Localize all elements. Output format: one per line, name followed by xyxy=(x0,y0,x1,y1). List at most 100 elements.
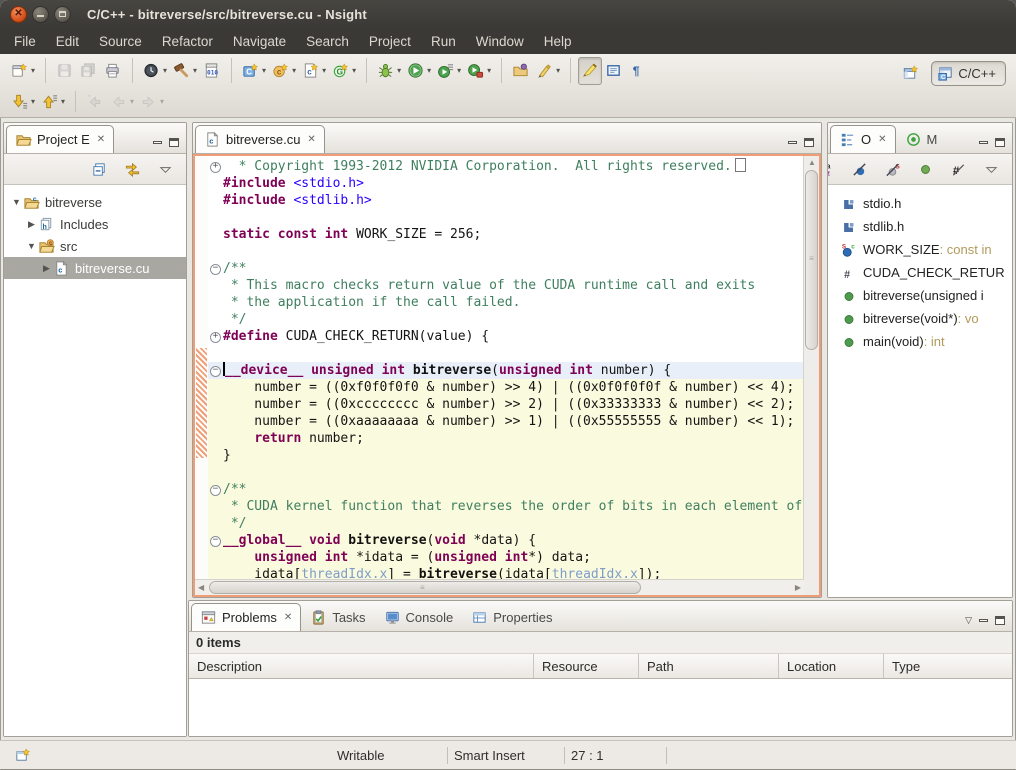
window-close-button[interactable]: ✕ xyxy=(10,6,27,23)
horizontal-scroll-thumb[interactable] xyxy=(209,581,641,594)
tab-console[interactable]: Console xyxy=(375,603,463,631)
scroll-up-icon[interactable]: ▲ xyxy=(808,158,816,167)
back-button[interactable]: ▾ xyxy=(107,88,137,116)
chevron-down-icon[interactable]: ▾ xyxy=(427,66,431,75)
toggle-highlight-button[interactable] xyxy=(578,57,602,85)
collapse-all-button[interactable] xyxy=(88,155,111,183)
outline-item-main-void-[interactable]: main(void) : int xyxy=(828,330,1012,353)
run-button[interactable]: ▾ xyxy=(404,57,434,85)
window-maximize-button[interactable] xyxy=(54,6,71,23)
code-area[interactable]: + * Copyright 1993-2012 NVIDIA Corporati… xyxy=(208,156,803,595)
outline-item-cuda-check-retur[interactable]: #CUDA_CHECK_RETUR xyxy=(828,261,1012,284)
show-whitespace-button[interactable]: ¶ xyxy=(626,57,650,85)
outline-item-stdio-h[interactable]: stdio.h xyxy=(828,192,1012,215)
fold-collapse-icon[interactable]: − xyxy=(210,366,221,377)
view-menu-button[interactable]: ▽ xyxy=(965,616,972,625)
menu-file[interactable]: File xyxy=(4,31,46,52)
link-with-editor-button[interactable] xyxy=(121,155,144,183)
outline-list[interactable]: stdio.hstdlib.hScWORK_SIZE : const in#CU… xyxy=(828,185,1012,597)
scroll-right-icon[interactable]: ▶ xyxy=(795,583,801,592)
outline-item-work-size[interactable]: ScWORK_SIZE : const in xyxy=(828,238,1012,261)
window-minimize-button[interactable] xyxy=(32,6,49,23)
fastview-icon[interactable] xyxy=(14,747,31,764)
chevron-down-icon[interactable]: ▾ xyxy=(457,66,461,75)
tree-item-bitreverse[interactable]: ▼cbitreverse xyxy=(4,191,186,213)
tab-properties[interactable]: Properties xyxy=(462,603,561,631)
binary-parser-button[interactable]: 010 xyxy=(200,57,224,85)
forward-button[interactable]: ▾ xyxy=(137,88,167,116)
column-header-path[interactable]: Path xyxy=(639,654,779,678)
menu-source[interactable]: Source xyxy=(89,31,152,52)
menu-run[interactable]: Run xyxy=(421,31,466,52)
chevron-down-icon[interactable]: ▾ xyxy=(397,66,401,75)
new-c-project-button[interactable]: C▾ xyxy=(239,57,269,85)
maximize-view-button[interactable] xyxy=(995,616,1005,625)
new-button[interactable]: ▾ xyxy=(8,57,38,85)
column-header-location[interactable]: Location xyxy=(779,654,884,678)
vertical-scroll-thumb[interactable] xyxy=(805,170,818,350)
block-selection-button[interactable] xyxy=(602,57,626,85)
cpp-perspective-button[interactable]: CC/C++ xyxy=(931,61,1006,86)
view-menu-button[interactable] xyxy=(980,155,1003,183)
save-button[interactable] xyxy=(53,57,77,85)
new-class-button[interactable]: c▾ xyxy=(269,57,299,85)
tab-project-explorer[interactable]: Project E ✕ xyxy=(6,125,114,153)
fold-collapse-icon[interactable]: − xyxy=(210,485,221,496)
chevron-down-icon[interactable]: ▾ xyxy=(352,66,356,75)
chevron-down-icon[interactable]: ▾ xyxy=(487,66,491,75)
fold-expand-icon[interactable]: + xyxy=(210,162,221,173)
chevron-down-icon[interactable]: ▾ xyxy=(61,97,65,106)
minimize-view-button[interactable] xyxy=(979,619,988,622)
menu-project[interactable]: Project xyxy=(359,31,421,52)
chevron-down-icon[interactable]: ▼ xyxy=(25,241,38,251)
tree-item-includes[interactable]: ▶hIncludes xyxy=(4,213,186,235)
hide-fields-button[interactable] xyxy=(848,155,871,183)
generate-code-button[interactable]: G▾ xyxy=(329,57,359,85)
close-icon[interactable]: ✕ xyxy=(97,134,105,145)
save-all-button[interactable] xyxy=(77,57,101,85)
outline-item-bitreverse-void-[interactable]: bitreverse(void*) : vo xyxy=(828,307,1012,330)
debug-button[interactable]: ▾ xyxy=(374,57,404,85)
chevron-down-icon[interactable]: ▾ xyxy=(193,66,197,75)
menu-help[interactable]: Help xyxy=(534,31,582,52)
chevron-down-icon[interactable]: ▼ xyxy=(10,197,23,207)
tab-tasks[interactable]: Tasks xyxy=(301,603,374,631)
build-button[interactable]: ▾ xyxy=(170,57,200,85)
chevron-down-icon[interactable]: ▾ xyxy=(556,66,560,75)
outline-item-bitreverse-unsigned-i[interactable]: bitreverse(unsigned i xyxy=(828,284,1012,307)
minimize-view-button[interactable] xyxy=(153,141,162,144)
tree-item-src[interactable]: ▼csrc xyxy=(4,235,186,257)
run-history-button[interactable]: ▾ xyxy=(434,57,464,85)
minimize-view-button[interactable] xyxy=(979,141,988,144)
chevron-down-icon[interactable]: ▾ xyxy=(322,66,326,75)
hide-non-public-button[interactable] xyxy=(914,155,937,183)
open-element-button[interactable] xyxy=(509,57,533,85)
print-button[interactable] xyxy=(101,57,125,85)
chevron-down-icon[interactable]: ▾ xyxy=(163,66,167,75)
tree-item-bitreverse-cu[interactable]: ▶cbitreverse.cu xyxy=(4,257,186,279)
close-icon[interactable]: ✕ xyxy=(878,134,886,145)
folded-region-icon[interactable] xyxy=(735,158,746,172)
search-button[interactable]: ▾ xyxy=(533,57,563,85)
fold-expand-icon[interactable]: + xyxy=(210,332,221,343)
tab-problems[interactable]: Problems✕ xyxy=(191,603,301,631)
chevron-down-icon[interactable]: ▾ xyxy=(31,97,35,106)
chevron-down-icon[interactable]: ▾ xyxy=(292,66,296,75)
tab-make-targets[interactable]: M xyxy=(896,125,947,153)
project-tree[interactable]: ▼cbitreverse▶hIncludes▼csrc▶cbitreverse.… xyxy=(4,185,186,736)
new-source-file-button[interactable]: c▾ xyxy=(299,57,329,85)
code-editor[interactable]: + * Copyright 1993-2012 NVIDIA Corporati… xyxy=(193,154,821,597)
scheduled-build-button[interactable]: ▾ xyxy=(140,57,170,85)
sort-button[interactable]: az xyxy=(827,155,838,183)
hide-static-members-button[interactable]: S xyxy=(881,155,904,183)
minimize-editor-button[interactable] xyxy=(788,141,797,144)
menu-search[interactable]: Search xyxy=(296,31,359,52)
last-edit-location-button[interactable]: * xyxy=(83,88,107,116)
tab-outline[interactable]: O ✕ xyxy=(830,125,896,153)
menu-edit[interactable]: Edit xyxy=(46,31,89,52)
chevron-right-icon[interactable]: ▶ xyxy=(40,263,53,274)
maximize-view-button[interactable] xyxy=(169,138,179,147)
fold-collapse-icon[interactable]: − xyxy=(210,536,221,547)
column-header-resource[interactable]: Resource xyxy=(534,654,639,678)
menu-refactor[interactable]: Refactor xyxy=(152,31,223,52)
